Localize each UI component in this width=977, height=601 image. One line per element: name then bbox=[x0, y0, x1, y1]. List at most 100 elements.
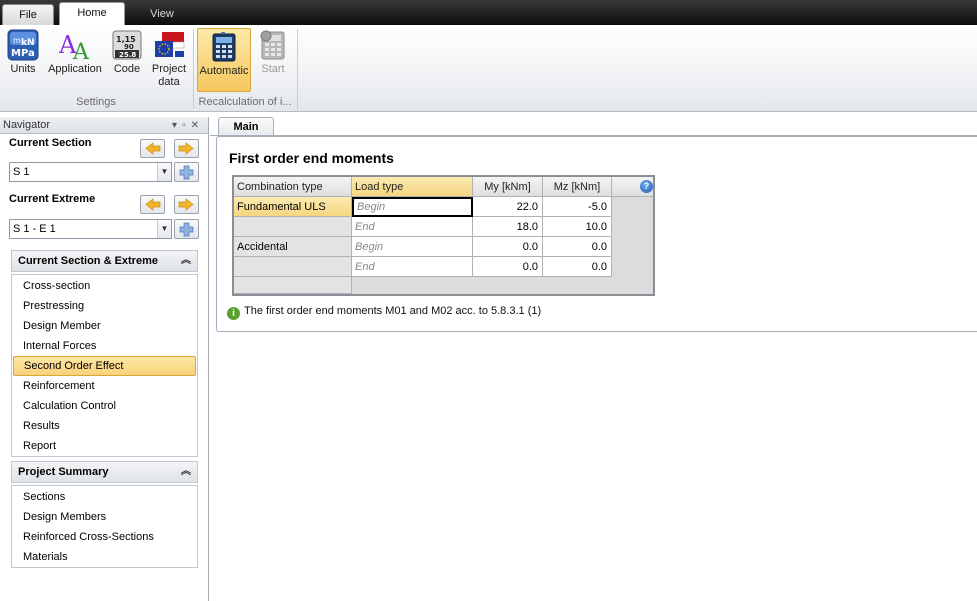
project-summary-list: Sections Design Members Reinforced Cross… bbox=[11, 485, 198, 568]
svg-text:m: m bbox=[13, 36, 21, 45]
chevron-down-icon[interactable]: ▼ bbox=[157, 163, 171, 181]
nav-item-report[interactable]: Report bbox=[12, 436, 197, 456]
table-cell-mz[interactable]: 0.0 bbox=[543, 257, 612, 277]
application-font-icon: A A bbox=[58, 29, 91, 65]
section-extreme-header[interactable]: Current Section & Extreme ︽ bbox=[11, 250, 198, 272]
nav-item-second-order-effect[interactable]: Second Order Effect bbox=[13, 356, 196, 376]
application-label: Application bbox=[48, 63, 102, 75]
help-icon[interactable]: ? bbox=[640, 180, 653, 193]
table-cell-my[interactable]: 22.0 bbox=[473, 197, 543, 217]
table-cell-mz[interactable]: 10.0 bbox=[543, 217, 612, 237]
svg-text:90: 90 bbox=[124, 43, 134, 51]
current-section-value: S 1 bbox=[13, 166, 30, 178]
table-row-combo[interactable] bbox=[234, 217, 352, 237]
table-cell-load-type[interactable]: Begin bbox=[352, 237, 473, 257]
table-cell-my[interactable]: 0.0 bbox=[473, 257, 543, 277]
automatic-label: Automatic bbox=[199, 65, 249, 77]
navigator-title: Navigator bbox=[3, 119, 51, 131]
column-header-load-type[interactable]: Load type bbox=[352, 177, 473, 197]
nav-item-sections[interactable]: Sections bbox=[12, 487, 197, 507]
code-label: Code bbox=[113, 63, 141, 75]
start-label: Start bbox=[261, 63, 285, 75]
info-icon: i bbox=[227, 307, 240, 320]
current-section-select[interactable]: S 1 ▼ bbox=[9, 162, 172, 182]
project-data-icon bbox=[153, 29, 185, 61]
pin-icon[interactable]: ▫ bbox=[182, 120, 191, 131]
next-extreme-button[interactable] bbox=[174, 195, 199, 214]
section-extreme-list: Cross-section Prestressing Design Member… bbox=[11, 274, 198, 457]
prev-extreme-button[interactable] bbox=[140, 195, 165, 214]
nav-item-design-members[interactable]: Design Members bbox=[12, 507, 197, 527]
settings-group-label: Settings bbox=[76, 96, 116, 108]
plus-icon bbox=[179, 222, 194, 237]
calculator-disabled-icon bbox=[257, 29, 289, 61]
table-row-combo[interactable]: Fundamental ULS bbox=[234, 197, 352, 217]
nav-item-prestressing[interactable]: Prestressing bbox=[12, 296, 197, 316]
section-extreme-title: Current Section & Extreme bbox=[18, 255, 158, 267]
column-header-combination[interactable]: Combination type bbox=[234, 177, 352, 197]
column-header-mz[interactable]: Mz [kNm] bbox=[543, 177, 612, 197]
ribbon-tabbar: File Home View bbox=[0, 0, 977, 26]
panel-controls: ▾▫✕ bbox=[172, 117, 204, 134]
svg-text:MPa: MPa bbox=[11, 48, 35, 59]
main-area: Main First order end moments Combination… bbox=[210, 117, 977, 601]
close-icon[interactable]: ✕ bbox=[191, 120, 204, 131]
current-extreme-value: S 1 - E 1 bbox=[13, 223, 56, 235]
table-cell-load-type[interactable]: End bbox=[352, 257, 473, 277]
nav-item-calculation-control[interactable]: Calculation Control bbox=[12, 396, 197, 416]
code-button[interactable]: 1,15 90 25.8 Code bbox=[109, 29, 145, 76]
arrow-left-icon bbox=[145, 198, 161, 211]
tab-file[interactable]: File bbox=[2, 4, 54, 25]
table-cell-load-type[interactable]: Begin bbox=[352, 197, 473, 217]
collapse-icon[interactable]: ︽ bbox=[181, 462, 191, 482]
nav-item-cross-section[interactable]: Cross-section bbox=[12, 276, 197, 296]
project-data-label-2: data bbox=[158, 76, 180, 88]
table-row-combo[interactable] bbox=[234, 257, 352, 277]
page-title: First order end moments bbox=[229, 150, 394, 166]
table-cell-load-type[interactable]: End bbox=[352, 217, 473, 237]
nav-item-internal-forces[interactable]: Internal Forces bbox=[12, 336, 197, 356]
plus-icon bbox=[179, 165, 194, 180]
automatic-button[interactable]: Automatic bbox=[197, 28, 251, 92]
table-row-combo[interactable]: Accidental bbox=[234, 237, 352, 257]
chevron-down-icon[interactable]: ▼ bbox=[157, 220, 171, 238]
ribbon-separator bbox=[297, 29, 298, 109]
add-extreme-button[interactable] bbox=[174, 219, 199, 239]
arrow-right-icon bbox=[178, 142, 194, 155]
dropdown-icon[interactable]: ▾ bbox=[172, 120, 182, 131]
current-extreme-label: Current Extreme bbox=[9, 193, 96, 205]
project-summary-title: Project Summary bbox=[18, 466, 109, 478]
info-note: i The first order end moments M01 and M02… bbox=[227, 305, 541, 320]
application-button[interactable]: A A Application bbox=[46, 29, 104, 76]
column-header-my[interactable]: My [kNm] bbox=[473, 177, 543, 197]
nav-item-materials[interactable]: Materials bbox=[12, 547, 197, 567]
project-data-button[interactable]: Project data bbox=[149, 29, 189, 89]
arrow-left-icon bbox=[145, 142, 161, 155]
nav-item-reinforcement[interactable]: Reinforcement bbox=[12, 376, 197, 396]
table-cell-my[interactable]: 18.0 bbox=[473, 217, 543, 237]
nav-item-results[interactable]: Results bbox=[12, 416, 197, 436]
units-button[interactable]: m kN MPa Units bbox=[5, 29, 41, 76]
current-extreme-select[interactable]: S 1 - E 1 ▼ bbox=[9, 219, 172, 239]
tab-main[interactable]: Main bbox=[218, 117, 274, 136]
table-cell-my[interactable]: 0.0 bbox=[473, 237, 543, 257]
collapse-icon[interactable]: ︽ bbox=[181, 251, 191, 271]
nav-item-design-member[interactable]: Design Member bbox=[12, 316, 197, 336]
next-section-button[interactable] bbox=[174, 139, 199, 158]
add-section-button[interactable] bbox=[174, 162, 199, 182]
prev-section-button[interactable] bbox=[140, 139, 165, 158]
table-new-row[interactable] bbox=[234, 277, 352, 294]
table-cell-mz[interactable]: 0.0 bbox=[543, 237, 612, 257]
tab-view[interactable]: View bbox=[140, 4, 184, 25]
units-icon: m kN MPa bbox=[7, 29, 39, 61]
nav-item-reinforced-cross-sections[interactable]: Reinforced Cross-Sections bbox=[12, 527, 197, 547]
table-cell-mz[interactable]: -5.0 bbox=[543, 197, 612, 217]
arrow-right-icon bbox=[178, 198, 194, 211]
navigator-panel: Navigator ▾▫✕ Current Section S 1 ▼ Curr… bbox=[0, 117, 209, 601]
tab-home[interactable]: Home bbox=[59, 2, 125, 26]
svg-text:kN: kN bbox=[21, 38, 35, 48]
project-summary-header[interactable]: Project Summary ︽ bbox=[11, 461, 198, 483]
start-button[interactable]: Start bbox=[255, 29, 291, 76]
info-note-text: The first order end moments M01 and M02 … bbox=[244, 305, 542, 317]
units-label: Units bbox=[10, 63, 36, 75]
